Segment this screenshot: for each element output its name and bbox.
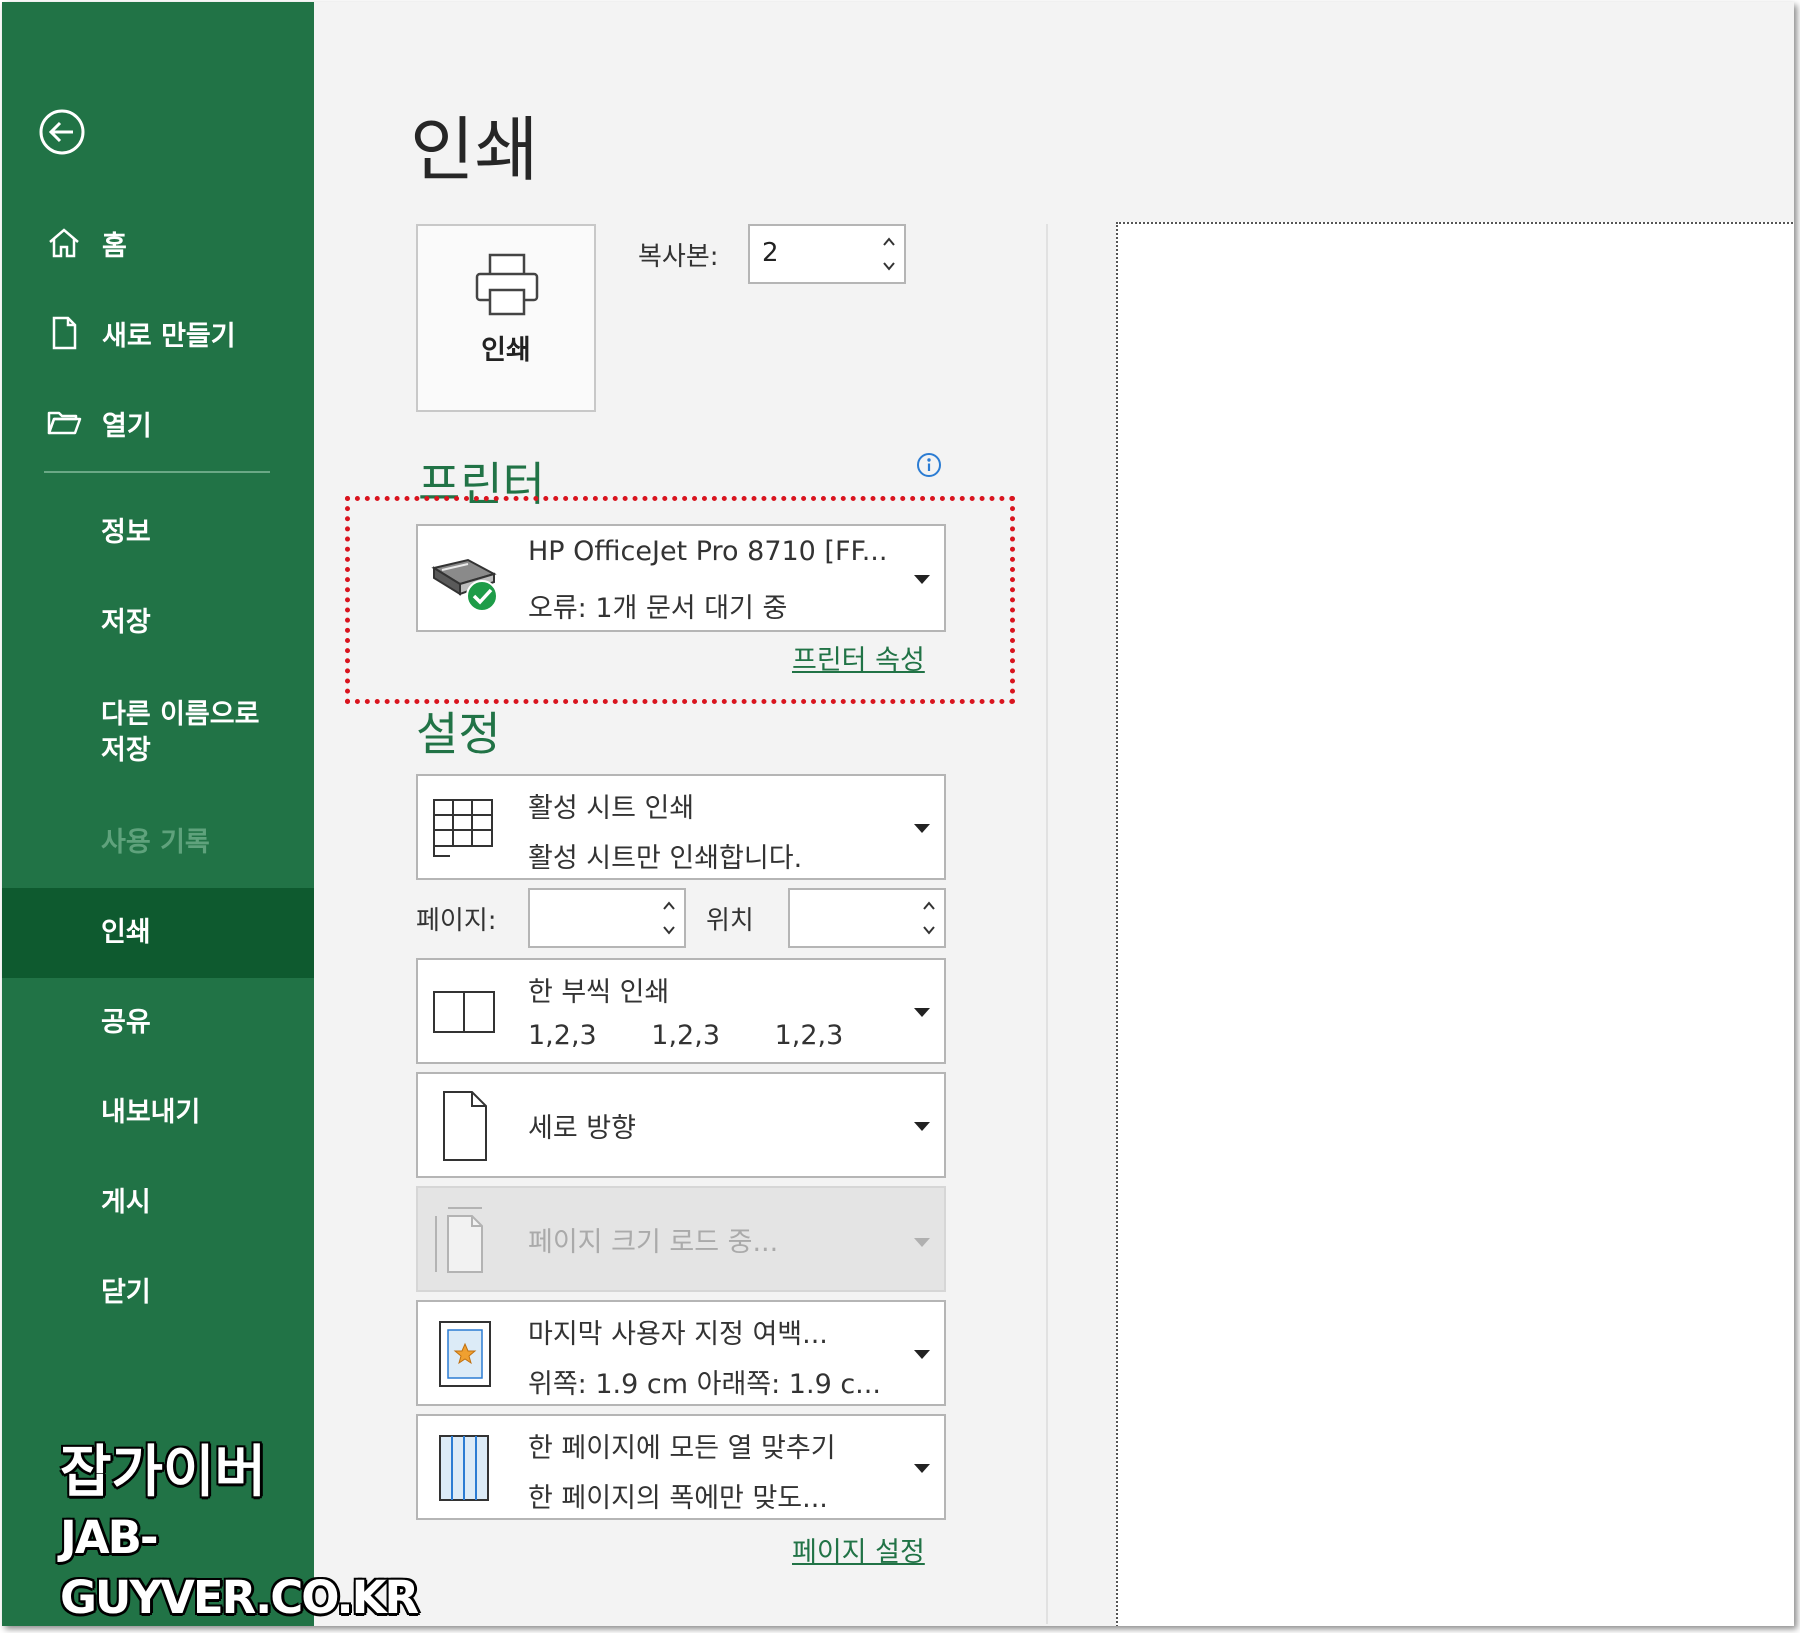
sidebar-item-save[interactable]: 저장	[2, 578, 314, 668]
home-icon	[49, 228, 79, 258]
chevron-down-icon	[914, 1122, 930, 1131]
back-arrow-icon	[39, 109, 85, 155]
new-document-icon	[52, 316, 77, 350]
highlight-annotation	[345, 496, 1015, 704]
paper-size-title: 페이지 크기 로드 중...	[528, 1227, 779, 1258]
backstage-window: 홈 새로 만들기 열기 정보 저장 다른 이름으로 저장 사용 기록 인쇄 공유…	[2, 2, 1794, 1626]
sidebar-item-open[interactable]: 열기	[2, 378, 314, 468]
sidebar-item-label: 공유	[101, 1007, 151, 1038]
page-title: 인쇄	[410, 109, 539, 191]
sidebar-item-label: 홈	[102, 230, 127, 262]
print-button[interactable]: 인쇄	[416, 224, 596, 412]
sidebar-item-label: 게시	[101, 1187, 151, 1218]
collation-seq-1: 1,2,3	[528, 1020, 597, 1051]
info-icon[interactable]	[916, 452, 942, 478]
fit-columns-icon	[439, 1435, 489, 1501]
sidebar-nav-top: 홈 새로 만들기 열기	[2, 198, 314, 468]
sidebar-item-close[interactable]: 닫기	[2, 1248, 314, 1338]
sidebar-divider	[44, 471, 270, 473]
portrait-page-icon	[443, 1091, 487, 1161]
pages-to-input[interactable]	[788, 888, 946, 948]
print-panel: 인쇄 인쇄 복사본: 2 프린터 HP OfficeJet Pro 8710 […	[314, 2, 1794, 1626]
chevron-down-icon	[914, 1464, 930, 1473]
panel-separator	[1046, 224, 1048, 1624]
margins-desc: 위쪽: 1.9 cm 아래쪽: 1.9 c...	[528, 1369, 881, 1400]
copies-input[interactable]: 2	[748, 224, 906, 284]
pages-from-input[interactable]	[528, 888, 686, 948]
print-preview-pane	[1116, 222, 1794, 1626]
back-button[interactable]	[38, 108, 86, 156]
sidebar-item-label-line1: 다른 이름으로	[101, 699, 260, 730]
sidebar-item-save-as[interactable]: 다른 이름으로 저장	[2, 668, 314, 798]
margins-title: 마지막 사용자 지정 여백...	[528, 1319, 828, 1350]
collation-dropdown[interactable]: 한 부씩 인쇄 1,2,3 1,2,3 1,2,3	[416, 958, 946, 1064]
print-scope-title: 활성 시트 인쇄	[528, 793, 695, 824]
margins-dropdown[interactable]: 마지막 사용자 지정 여백... 위쪽: 1.9 cm 아래쪽: 1.9 c..…	[416, 1300, 946, 1406]
open-folder-icon	[47, 411, 82, 435]
paper-size-icon	[435, 1207, 483, 1273]
pages-from-spinner-icon[interactable]	[660, 894, 678, 942]
collation-seq-2: 1,2,3	[651, 1020, 720, 1051]
sidebar-item-info[interactable]: 정보	[2, 488, 314, 578]
collation-sequence: 1,2,3 1,2,3 1,2,3	[528, 1020, 843, 1051]
copies-label: 복사본:	[638, 242, 719, 272]
sidebar-nav-bottom: 정보 저장 다른 이름으로 저장 사용 기록 인쇄 공유 내보내기 게시 닫기	[2, 488, 314, 1338]
copies-spinner-icon[interactable]	[880, 230, 898, 278]
sidebar-item-share[interactable]: 공유	[2, 978, 314, 1068]
sidebar-item-export[interactable]: 내보내기	[2, 1068, 314, 1158]
orientation-title: 세로 방향	[528, 1113, 636, 1144]
collate-icon	[433, 991, 495, 1033]
sidebar-item-label: 닫기	[101, 1277, 151, 1308]
print-button-label: 인쇄	[481, 335, 531, 366]
printer-icon	[475, 253, 539, 316]
page-setup-link[interactable]: 페이지 설정	[792, 1530, 925, 1569]
copies-value: 2	[762, 238, 779, 268]
print-scope-dropdown[interactable]: 활성 시트 인쇄 활성 시트만 인쇄합니다.	[416, 774, 946, 880]
sidebar-item-label: 다른 이름으로 저장	[101, 697, 259, 769]
sidebar-item-new[interactable]: 새로 만들기	[2, 288, 314, 378]
settings-section-title: 설정	[416, 707, 501, 761]
pages-to-label: 위치	[706, 906, 754, 936]
paper-size-dropdown: 페이지 크기 로드 중...	[416, 1186, 946, 1292]
sidebar-item-home[interactable]: 홈	[2, 198, 314, 288]
orientation-dropdown[interactable]: 세로 방향	[416, 1072, 946, 1178]
sidebar-item-label-line2: 저장	[101, 735, 151, 766]
collation-seq-3: 1,2,3	[774, 1020, 844, 1051]
backstage-sidebar: 홈 새로 만들기 열기 정보 저장 다른 이름으로 저장 사용 기록 인쇄 공유…	[2, 2, 419, 1626]
collation-title: 한 부씩 인쇄	[528, 977, 670, 1008]
sidebar-item-label: 인쇄	[101, 917, 151, 948]
sheet-grid-icon	[433, 799, 493, 857]
sidebar-item-label: 저장	[101, 607, 151, 638]
sidebar-item-print[interactable]: 인쇄	[2, 888, 314, 978]
sidebar-item-label: 새로 만들기	[102, 320, 236, 352]
sidebar-item-label: 열기	[102, 410, 152, 442]
chevron-down-icon	[914, 1008, 930, 1017]
custom-margins-icon	[439, 1321, 491, 1387]
chevron-down-icon	[914, 824, 930, 833]
sidebar-item-history: 사용 기록	[2, 798, 314, 888]
pages-to-spinner-icon[interactable]	[920, 894, 938, 942]
chevron-down-icon	[914, 1238, 930, 1247]
sidebar-item-label: 내보내기	[101, 1097, 201, 1128]
scaling-dropdown[interactable]: 한 페이지에 모든 열 맞추기 한 페이지의 폭에만 맞도...	[416, 1414, 946, 1520]
scaling-desc: 한 페이지의 폭에만 맞도...	[528, 1483, 828, 1514]
chevron-down-icon	[914, 1350, 930, 1359]
pages-label: 페이지:	[416, 906, 497, 936]
sidebar-item-publish[interactable]: 게시	[2, 1158, 314, 1248]
sidebar-item-label: 정보	[101, 517, 151, 548]
sidebar-item-label: 사용 기록	[101, 827, 210, 858]
scaling-title: 한 페이지에 모든 열 맞추기	[528, 1433, 836, 1464]
print-scope-desc: 활성 시트만 인쇄합니다.	[528, 843, 803, 874]
